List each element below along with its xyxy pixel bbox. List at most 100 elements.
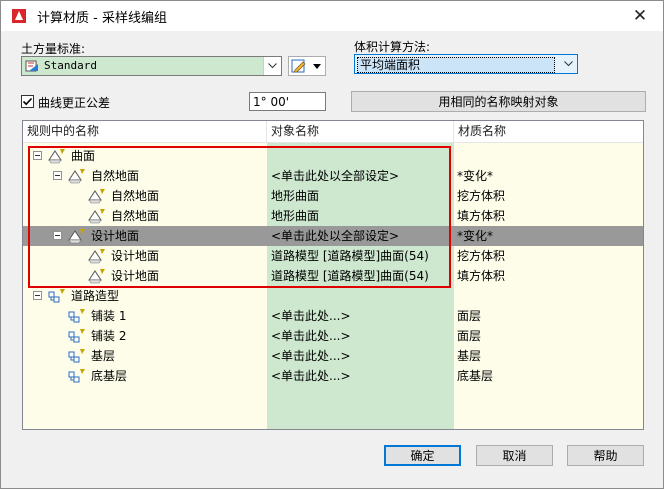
tolerance-input[interactable]: 1° 00' — [249, 92, 326, 111]
rule-name-text: 道路造型 — [71, 289, 120, 303]
collapse-toggle-icon[interactable] — [33, 291, 42, 300]
material-name-cell[interactable]: 挖方体积 — [454, 246, 643, 266]
material-name-cell[interactable]: 基层 — [454, 346, 643, 366]
collapse-toggle-icon[interactable] — [33, 151, 42, 160]
help-button[interactable]: 帮助 — [567, 445, 644, 466]
rule-name-cell[interactable]: 道路造型 — [23, 286, 267, 306]
header-rule-name[interactable]: 规则中的名称 — [23, 121, 267, 142]
surface-icon — [48, 149, 65, 164]
collapse-toggle-icon[interactable] — [53, 171, 62, 180]
edit-standard-button[interactable] — [288, 56, 326, 76]
corridor-icon — [68, 349, 85, 363]
table-row[interactable]: 自然地面 <单击此处以全部设定> *变化* — [23, 166, 643, 186]
close-button[interactable]: ✕ — [617, 1, 663, 31]
surface-icon — [68, 169, 85, 184]
object-name-cell[interactable]: <单击此处以全部设定> — [267, 226, 454, 246]
material-name-cell[interactable]: *变化* — [454, 226, 643, 246]
object-name-cell[interactable]: <单击此处...> — [267, 326, 454, 346]
table-row[interactable]: 设计地面 道路模型 [道路模型]曲面(54) 挖方体积 — [23, 246, 643, 266]
object-name-cell[interactable]: 道路模型 [道路模型]曲面(54) — [267, 266, 454, 286]
edit-icon — [291, 59, 306, 72]
material-name-cell[interactable] — [454, 146, 643, 166]
rule-name-cell[interactable]: 设计地面 — [23, 246, 267, 266]
table-row[interactable]: 设计地面 道路模型 [道路模型]曲面(54) 填方体积 — [23, 266, 643, 286]
checkmark-icon — [22, 97, 33, 106]
rule-name-cell[interactable]: 底基层 — [23, 366, 267, 386]
material-name-cell[interactable]: 面层 — [454, 306, 643, 326]
corridor-icon — [48, 289, 65, 303]
table-row[interactable]: 曲面 — [23, 146, 643, 166]
rule-name-text: 铺装 1 — [91, 309, 127, 323]
rule-name-cell[interactable]: 铺装 2 — [23, 326, 267, 346]
curve-correction-checkbox[interactable] — [21, 95, 34, 108]
header-material-name[interactable]: 材质名称 — [454, 121, 643, 142]
rule-name-text: 设计地面 — [111, 249, 160, 263]
table-row[interactable]: 设计地面 <单击此处以全部设定> *变化* — [23, 226, 643, 246]
material-name-cell[interactable]: 填方体积 — [454, 206, 643, 226]
rule-name-cell[interactable]: 设计地面 — [23, 226, 267, 246]
standard-icon — [25, 60, 38, 72]
object-name-cell[interactable]: 道路模型 [道路模型]曲面(54) — [267, 246, 454, 266]
object-name-cell[interactable] — [267, 146, 454, 166]
corridor-icon — [68, 329, 85, 343]
map-same-name-button[interactable]: 用相同的名称映射对象 — [351, 91, 646, 112]
material-name-cell[interactable]: 填方体积 — [454, 266, 643, 286]
table-row[interactable]: 自然地面 地形曲面 填方体积 — [23, 206, 643, 226]
material-name-cell[interactable]: 面层 — [454, 326, 643, 346]
table-row[interactable]: 底基层 <单击此处...> 底基层 — [23, 366, 643, 386]
materials-list[interactable]: 规则中的名称 对象名称 材质名称 曲面 自然地面 <单击此处以全部设定> *变化* 自然… — [22, 120, 644, 430]
header-object-name[interactable]: 对象名称 — [267, 121, 454, 142]
rule-name-cell[interactable]: 自然地面 — [23, 206, 267, 226]
surface-icon — [88, 209, 105, 224]
rule-name-text: 基层 — [91, 349, 116, 363]
chevron-down-icon[interactable] — [560, 55, 577, 73]
earthwork-standard-label: 土方量标准: — [21, 42, 86, 56]
rule-name-text: 底基层 — [91, 369, 128, 383]
cancel-button[interactable]: 取消 — [476, 445, 553, 466]
rule-name-cell[interactable]: 自然地面 — [23, 186, 267, 206]
rule-name-text: 自然地面 — [91, 169, 140, 183]
object-name-cell[interactable]: <单击此处以全部设定> — [267, 166, 454, 186]
curve-correction-label: 曲线更正公差 — [38, 96, 111, 110]
corridor-icon — [68, 309, 85, 323]
table-row[interactable]: 铺装 1 <单击此处...> 面层 — [23, 306, 643, 326]
rule-name-cell[interactable]: 铺装 1 — [23, 306, 267, 326]
rule-name-text: 自然地面 — [111, 189, 160, 203]
object-name-cell[interactable]: 地形曲面 — [267, 206, 454, 226]
rule-name-cell[interactable]: 基层 — [23, 346, 267, 366]
volume-method-combo[interactable]: 平均端面积 — [354, 54, 578, 74]
window-title: 计算材质 - 采样线编组 — [37, 11, 167, 26]
surface-icon — [68, 229, 85, 244]
table-row[interactable]: 基层 <单击此处...> 基层 — [23, 346, 643, 366]
volume-method-value: 平均端面积 — [357, 57, 555, 73]
table-row[interactable]: 铺装 2 <单击此处...> 面层 — [23, 326, 643, 346]
rule-name-text: 设计地面 — [111, 269, 160, 283]
object-name-cell[interactable]: 地形曲面 — [267, 186, 454, 206]
earthwork-standard-combo[interactable]: Standard — [21, 56, 282, 76]
title-bar: 计算材质 - 采样线编组 ✕ — [1, 1, 663, 31]
rule-name-text: 曲面 — [71, 149, 96, 163]
rule-name-cell[interactable]: 曲面 — [23, 146, 267, 166]
material-name-cell[interactable]: 底基层 — [454, 366, 643, 386]
ok-button[interactable]: 确定 — [384, 445, 461, 466]
collapse-toggle-icon[interactable] — [53, 231, 62, 240]
object-name-cell[interactable] — [267, 286, 454, 306]
material-name-cell[interactable]: 挖方体积 — [454, 186, 643, 206]
surface-icon — [88, 269, 105, 284]
object-name-cell[interactable]: <单击此处...> — [267, 366, 454, 386]
material-name-cell[interactable] — [454, 286, 643, 306]
rule-name-cell[interactable]: 自然地面 — [23, 166, 267, 186]
dropdown-arrow-icon — [313, 63, 321, 69]
object-name-cell[interactable]: <单击此处...> — [267, 346, 454, 366]
object-name-cell[interactable]: <单击此处...> — [267, 306, 454, 326]
app-icon — [12, 9, 26, 23]
volume-method-label: 体积计算方法: — [354, 40, 431, 54]
chevron-down-icon[interactable] — [263, 57, 281, 75]
table-row[interactable]: 道路造型 — [23, 286, 643, 306]
table-row[interactable]: 自然地面 地形曲面 挖方体积 — [23, 186, 643, 206]
rule-name-cell[interactable]: 设计地面 — [23, 266, 267, 286]
close-icon: ✕ — [632, 6, 648, 26]
material-name-cell[interactable]: *变化* — [454, 166, 643, 186]
surface-icon — [88, 189, 105, 204]
corridor-icon — [68, 369, 85, 383]
